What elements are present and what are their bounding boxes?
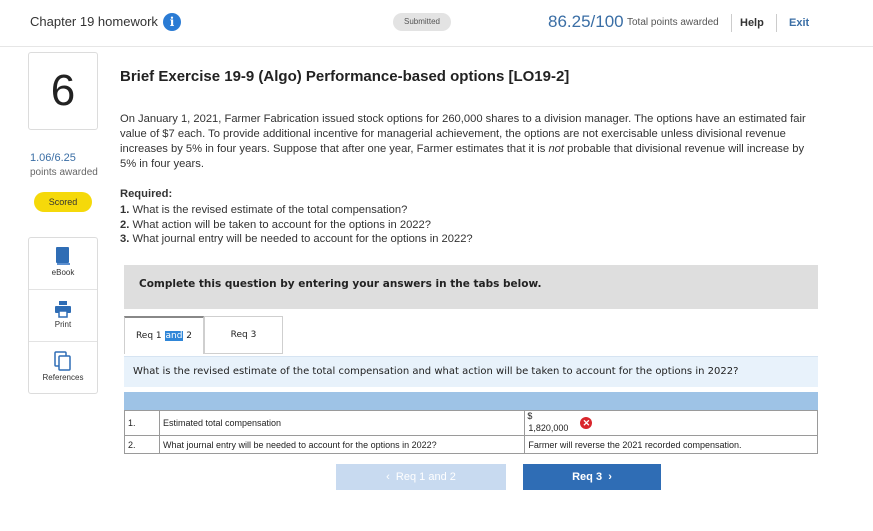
prev-tab-button[interactable]: ‹ Req 1 and 2	[336, 464, 506, 490]
print-button[interactable]: Print	[29, 300, 97, 350]
row-label: What journal entry will be needed to acc…	[158, 435, 526, 454]
incorrect-icon: ✕	[580, 417, 593, 429]
list-item: 3. What journal entry will be needed to …	[120, 233, 473, 245]
question-number: 6	[28, 52, 98, 130]
compensation-value: 1,820,000	[528, 423, 569, 433]
points-label: points awarded	[30, 167, 98, 178]
tab-label: Req 3	[230, 330, 257, 340]
tools-panel: eBook Print References	[28, 237, 98, 394]
chevron-right-icon: ›	[608, 471, 612, 483]
answer-table: 1. Estimated total compensation $ 1,820,…	[124, 410, 818, 454]
printer-icon	[55, 301, 71, 318]
chevron-left-icon: ‹	[386, 471, 390, 483]
tab-question-text: What is the revised estimate of the tota…	[133, 366, 739, 377]
chapter-title: Chapter 19 homework	[30, 14, 158, 29]
compensation-input[interactable]: $ 1,820,000 ✕	[524, 410, 818, 436]
next-button-label: Req 3	[572, 471, 603, 483]
divider	[731, 14, 732, 32]
ebook-label: eBook	[51, 268, 75, 277]
table-header-bar	[124, 392, 818, 410]
scored-badge: Scored	[34, 192, 92, 212]
row-number: 2.	[124, 435, 160, 454]
tab-req-3[interactable]: Req 3	[204, 316, 283, 354]
table-row: 1. Estimated total compensation $ 1,820,…	[124, 410, 818, 436]
tab-question-box: What is the revised estimate of the tota…	[124, 356, 818, 387]
status-badge: Submitted	[393, 13, 451, 31]
requirements-list: 1. What is the revised estimate of the t…	[120, 203, 473, 247]
print-label: Print	[54, 320, 72, 329]
next-tab-button[interactable]: Req 3 ›	[523, 464, 661, 490]
tab-label: Req 1 and 2	[135, 331, 193, 341]
row-label: Estimated total compensation	[158, 410, 526, 436]
table-row: 2. What journal entry will be needed to …	[124, 435, 818, 454]
references-icon	[54, 351, 71, 371]
info-icon[interactable]: i	[163, 13, 181, 31]
row-number: 1.	[124, 410, 160, 436]
divider	[29, 289, 97, 290]
divider	[776, 14, 777, 32]
total-score: 86.25/100	[548, 12, 624, 31]
help-link[interactable]: Help	[740, 17, 764, 29]
points-value: 1.06/6.25	[30, 152, 76, 164]
currency-symbol: $	[527, 411, 533, 421]
total-score-label: Total points awarded	[627, 17, 719, 28]
book-icon	[56, 247, 70, 265]
divider	[29, 341, 97, 342]
references-button[interactable]: References	[29, 351, 97, 401]
required-label: Required:	[120, 188, 173, 200]
list-item: 1. What is the revised estimate of the t…	[120, 204, 408, 216]
prev-button-label: Req 1 and 2	[395, 471, 456, 483]
tab-req-1-and-2[interactable]: Req 1 and 2	[124, 316, 204, 354]
exercise-title: Brief Exercise 19-9 (Algo) Performance-b…	[120, 68, 570, 85]
question-prompt: On January 1, 2021, Farmer Fabrication i…	[120, 113, 806, 170]
list-item: 2. What action will be taken to account …	[120, 218, 431, 231]
references-label: References	[42, 373, 84, 382]
instructions-text: Complete this question by entering your …	[139, 278, 542, 290]
top-bar: Chapter 19 homework i Submitted 86.25/10…	[0, 0, 873, 47]
instructions-box: Complete this question by entering your …	[124, 265, 818, 309]
exit-link[interactable]: Exit	[789, 17, 809, 29]
action-select[interactable]: Farmer will reverse the 2021 recorded co…	[524, 435, 818, 454]
